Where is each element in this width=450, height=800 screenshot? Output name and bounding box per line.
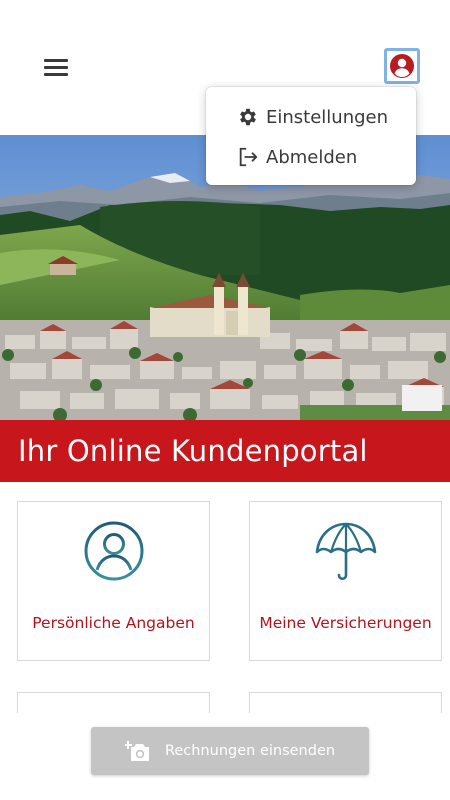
menu-item-logout[interactable]: Abmelden [206,137,416,177]
hamburger-icon[interactable] [44,58,70,78]
add-photo-icon [124,741,149,761]
submit-invoices-label: Rechnungen einsenden [164,743,336,759]
user-menu-button[interactable] [384,48,420,84]
user-dropdown-menu: Einstellungen Abmelden [206,87,416,185]
person-icon [84,521,143,581]
user-circle-icon [390,54,414,78]
submit-invoices-button[interactable]: Rechnungen einsenden [91,727,369,775]
card-my-insurances[interactable]: Meine Versicherungen [249,501,442,661]
umbrella-icon [315,522,376,581]
menu-item-label: Einstellungen [266,106,389,128]
card-personal-info[interactable]: Persönliche Angaben [17,501,210,661]
logout-icon [239,147,258,167]
card-label: Meine Versicherungen [259,614,432,632]
menu-item-settings[interactable]: Einstellungen [206,97,416,137]
menu-item-label: Abmelden [266,146,358,168]
card-label: Persönliche Angaben [32,614,195,632]
gear-icon [240,108,256,126]
page-title: Ihr Online Kundenportal [18,434,368,468]
portal-banner: Ihr Online Kundenportal [0,420,450,482]
